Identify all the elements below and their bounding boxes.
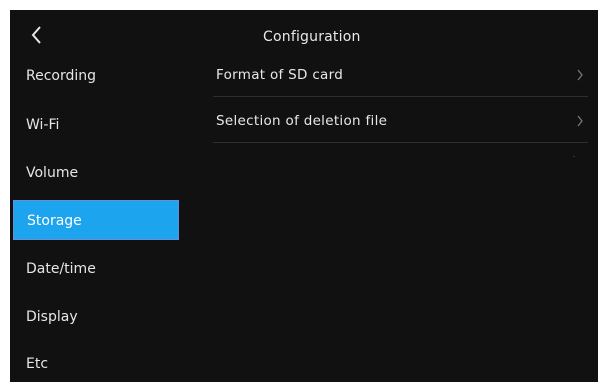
format-sd-card-row[interactable]: Format of SD card: [213, 55, 588, 97]
page-title: Configuration: [263, 29, 361, 45]
sidebar-item-recording[interactable]: Recording: [13, 56, 179, 96]
sidebar-item-display[interactable]: Display: [13, 297, 179, 337]
back-button[interactable]: [28, 24, 44, 46]
sidebar-item-etc[interactable]: Etc: [13, 344, 179, 382]
row-label: Selection of deletion file: [216, 113, 388, 129]
sidebar-item-volume[interactable]: Volume: [13, 153, 179, 193]
selection-deletion-file-row[interactable]: Selection of deletion file: [213, 101, 588, 143]
chevron-left-icon: [31, 26, 41, 44]
divider-mark: [573, 156, 575, 157]
row-label: Format of SD card: [216, 67, 344, 83]
chevron-right-icon: [576, 69, 584, 81]
configuration-screen: Configuration Recording Wi-Fi Volume Sto…: [10, 10, 598, 382]
sidebar-item-date-time[interactable]: Date/time: [13, 249, 179, 289]
chevron-right-icon: [576, 115, 584, 127]
sidebar-item-wifi[interactable]: Wi-Fi: [13, 105, 179, 145]
sidebar-item-storage[interactable]: Storage: [13, 200, 179, 240]
